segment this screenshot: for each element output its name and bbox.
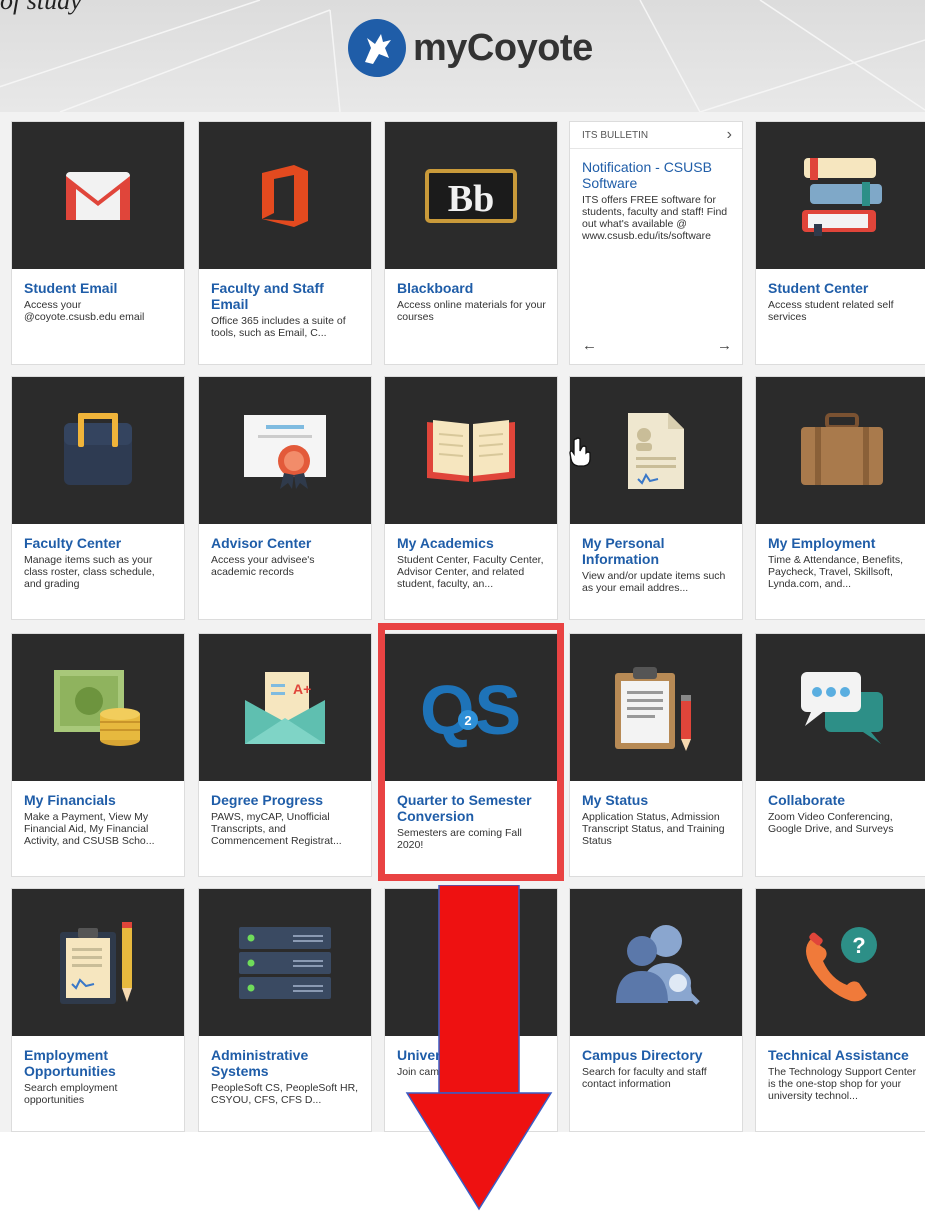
tile-title: Technical Assistance (768, 1047, 909, 1063)
tile-description: Access online materials for your courses (397, 299, 546, 323)
arrow-left-icon[interactable]: ← (582, 337, 597, 354)
tile-student-center[interactable]: Student Center Access student related se… (755, 121, 925, 365)
down-arrow-icon (405, 885, 553, 1211)
svg-text:A+: A+ (293, 681, 311, 697)
certificate-icon (244, 414, 326, 489)
tile-my-personal-information[interactable]: My Personal Information View and/or upda… (569, 376, 743, 620)
tile-administrative-systems[interactable]: Administrative Systems PeopleSoft CS, Pe… (198, 888, 372, 1132)
tile-title: Employment Opportunities (24, 1047, 116, 1079)
tile-my-academics[interactable]: My Academics Student Center, Faculty Cen… (384, 376, 558, 620)
tile-technical-assistance[interactable]: ? Technical Assistance The Technology Su… (755, 888, 925, 1132)
tile-student-email[interactable]: Student Email Access your @coyote.csusb.… (11, 121, 185, 365)
chevron-right-icon[interactable]: › (727, 126, 732, 144)
tile-faculty-staff-email[interactable]: Faculty and Staff Email Office 365 inclu… (198, 121, 372, 365)
tile-my-status[interactable]: My Status Application Status, Admission … (569, 633, 743, 877)
tile-title: My Academics (397, 535, 494, 551)
bulletin-description: ITS offers FREE software for students, f… (582, 194, 728, 242)
tile-my-employment[interactable]: My Employment Time & Attendance, Benefit… (755, 376, 925, 620)
tile-description: Office 365 includes a suite of tools, su… (211, 315, 346, 339)
tile-blackboard[interactable]: Bb Blackboard Access online materials fo… (384, 121, 558, 365)
tile-description: Student Center, Faculty Center, Advisor … (397, 554, 544, 590)
tile-description: Manage items such as your class roster, … (24, 554, 155, 590)
books-icon (802, 157, 882, 236)
tile-title: Administrative Systems (211, 1047, 309, 1079)
bulletin-label: ITS BULLETIN (582, 129, 649, 141)
tile-quarter-to-semester[interactable]: QS 2 Quarter to Semester Conversion Seme… (384, 633, 558, 877)
tile-description: Search employment opportunities (24, 1082, 118, 1106)
tile-collaborate[interactable]: Collaborate Zoom Video Conferencing, Goo… (755, 633, 925, 877)
hand-cursor-icon (569, 437, 591, 467)
coyote-icon (348, 19, 406, 77)
svg-text:2: 2 (464, 713, 471, 728)
document-icon (628, 412, 684, 489)
suitcase-icon (801, 412, 883, 485)
its-bulletin-card[interactable]: ITS BULLETIN › Notification - CSUSB Soft… (569, 121, 743, 365)
svg-text:Bb: Bb (448, 178, 494, 220)
tile-description: Zoom Video Conferencing, Google Drive, a… (768, 811, 894, 835)
briefcase-icon (64, 412, 132, 485)
tile-title: Advisor Center (211, 535, 312, 551)
open-book-icon (427, 419, 515, 482)
tile-title: Blackboard (397, 280, 474, 296)
tile-title: My Personal Information (582, 535, 665, 567)
tile-employment-opportunities[interactable]: Employment Opportunities Search employme… (11, 888, 185, 1132)
page-fragment-text: of study (0, 0, 82, 15)
gmail-icon (66, 171, 130, 220)
arrow-right-icon[interactable]: → (717, 337, 732, 354)
blackboard-icon: Bb (425, 168, 517, 223)
svg-text:?: ? (852, 933, 865, 958)
tile-description: Make a Payment, View My Financial Aid, M… (24, 811, 155, 847)
application-icon (60, 921, 132, 1004)
tile-title: Quarter to Semester Conversion (397, 792, 532, 824)
tile-title: Degree Progress (211, 792, 324, 808)
tile-title: Campus Directory (582, 1047, 703, 1063)
tile-faculty-center[interactable]: Faculty Center Manage items such as your… (11, 376, 185, 620)
phone-help-icon: ? (806, 926, 877, 1001)
header-banner: myCoyote (0, 0, 925, 112)
office-icon (262, 164, 308, 227)
tile-description: Access your advisee's academic records (211, 554, 315, 578)
tile-title: Faculty Center (24, 535, 122, 551)
tile-description: Time & Attendance, Benefits, Paycheck, T… (768, 554, 904, 590)
tile-description: The Technology Support Center is the one… (768, 1066, 917, 1102)
tile-campus-directory[interactable]: Campus Directory Search for faculty and … (569, 888, 743, 1132)
svg-text:QS: QS (420, 671, 521, 748)
tile-description: PAWS, myCAP, Unofficial Transcripts, and… (211, 811, 342, 847)
tile-title: Student Email (24, 280, 118, 296)
directory-icon (616, 924, 700, 1005)
grade-envelope-icon: A+ (245, 671, 325, 744)
tile-description: PeopleSoft CS, PeopleSoft HR, CSYOU, CFS… (211, 1082, 359, 1106)
tile-advisor-center[interactable]: Advisor Center Access your advisee's aca… (198, 376, 372, 620)
clipboard-icon (615, 666, 691, 751)
tile-description: Access student related self services (768, 299, 894, 323)
mycoyote-logo[interactable]: myCoyote (347, 18, 593, 78)
tile-my-financials[interactable]: My Financials Make a Payment, View My Fi… (11, 633, 185, 877)
tile-description: View and/or update items such as your em… (582, 570, 726, 594)
tile-description: Search for faculty and staff contact inf… (582, 1066, 707, 1090)
server-icon (239, 926, 331, 999)
money-icon (54, 669, 140, 746)
q2s-icon: QS 2 (420, 671, 521, 748)
logo-text: myCoyote (413, 26, 593, 69)
tile-description: Application Status, Admission Transcript… (582, 811, 725, 847)
tile-description: Access your @coyote.csusb.edu email (24, 299, 145, 323)
tile-title: My Status (582, 792, 649, 808)
tile-title: Collaborate (768, 792, 846, 808)
tile-title: My Financials (24, 792, 116, 808)
tile-title: Faculty and Staff Email (211, 280, 324, 312)
tile-title: My Employment (768, 535, 876, 551)
tile-title: Student Center (768, 280, 869, 296)
bulletin-title[interactable]: Notification - CSUSB Software (582, 159, 732, 191)
tile-degree-progress[interactable]: A+ Degree Progress PAWS, myCAP, Unoffici… (198, 633, 372, 877)
chat-icon (801, 671, 883, 744)
tile-description: Semesters are coming Fall 2020! (397, 827, 522, 851)
